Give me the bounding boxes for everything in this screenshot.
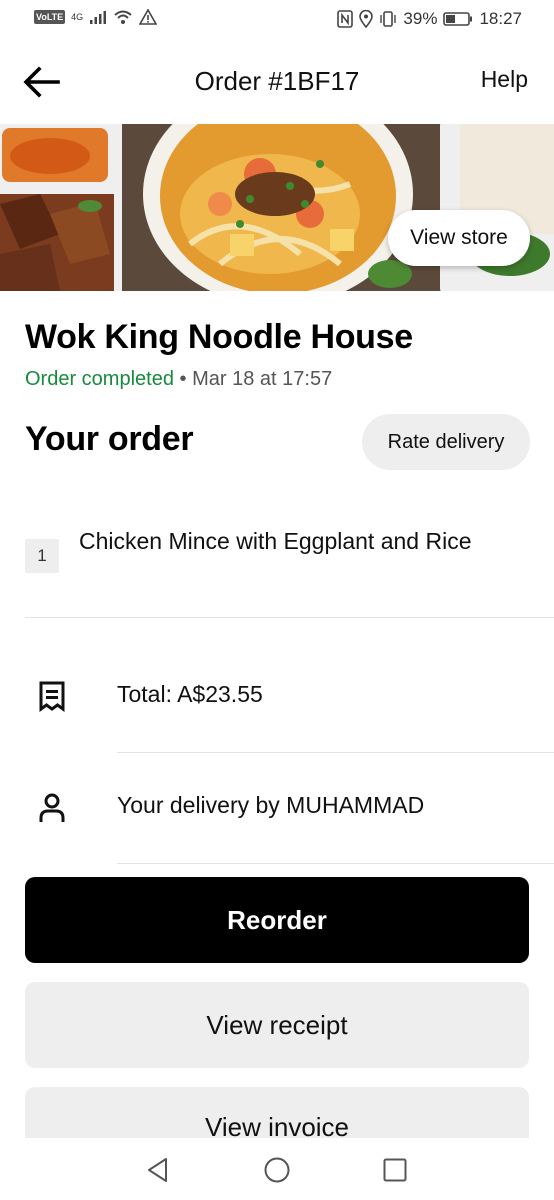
square-recents-icon <box>383 1158 407 1182</box>
help-link[interactable]: Help <box>481 66 528 93</box>
nav-back-button[interactable] <box>144 1156 172 1184</box>
receipt-icon <box>36 680 68 712</box>
location-icon <box>359 10 374 28</box>
meta-separator: • <box>179 368 187 390</box>
wifi-icon <box>114 10 132 24</box>
order-datetime: Mar 18 at 17:57 <box>192 368 333 390</box>
item-quantity: 1 <box>25 539 59 573</box>
status-left: VoLTE 4G <box>34 9 158 25</box>
reorder-button[interactable]: Reorder <box>25 877 529 963</box>
order-meta: Order completed • Mar 18 at 17:57 <box>25 368 332 391</box>
rate-delivery-button[interactable]: Rate delivery <box>362 414 530 470</box>
order-status: Order completed <box>25 368 174 390</box>
person-icon <box>36 792 68 824</box>
divider <box>117 863 554 864</box>
view-store-button[interactable]: View store <box>388 210 530 266</box>
your-order-heading: Your order <box>25 420 194 458</box>
header: Order #1BF17 Help <box>0 40 554 124</box>
vibrate-icon <box>380 11 397 27</box>
status-right: 39% 18:27 <box>337 9 522 29</box>
delivery-driver: Your delivery by MUHAMMAD <box>117 792 425 818</box>
battery-percent: 39% <box>403 9 438 28</box>
status-bar: VoLTE 4G 39% 18:27 <box>0 0 554 40</box>
network-type: 4G <box>71 11 84 22</box>
divider <box>25 617 554 618</box>
view-receipt-button[interactable]: View receipt <box>25 982 529 1068</box>
store-name: Wok King Noodle House <box>25 318 413 356</box>
warning-icon <box>139 9 158 25</box>
order-total: Total: A$23.55 <box>117 681 263 707</box>
divider <box>117 752 554 753</box>
item-name: Chicken Mince with Eggplant and Rice <box>79 528 472 554</box>
page-title: Order #1BF17 <box>194 66 360 96</box>
system-nav-bar <box>0 1138 554 1200</box>
triangle-back-icon <box>148 1158 167 1182</box>
signal-icon <box>90 11 107 24</box>
volte-badge: VoLTE <box>34 10 66 24</box>
circle-home-icon <box>264 1157 290 1183</box>
nav-home-button[interactable] <box>263 1156 291 1184</box>
nav-recents-button[interactable] <box>381 1156 409 1184</box>
clock: 18:27 <box>479 9 522 28</box>
battery-icon <box>443 12 473 26</box>
nfc-icon <box>337 10 354 28</box>
